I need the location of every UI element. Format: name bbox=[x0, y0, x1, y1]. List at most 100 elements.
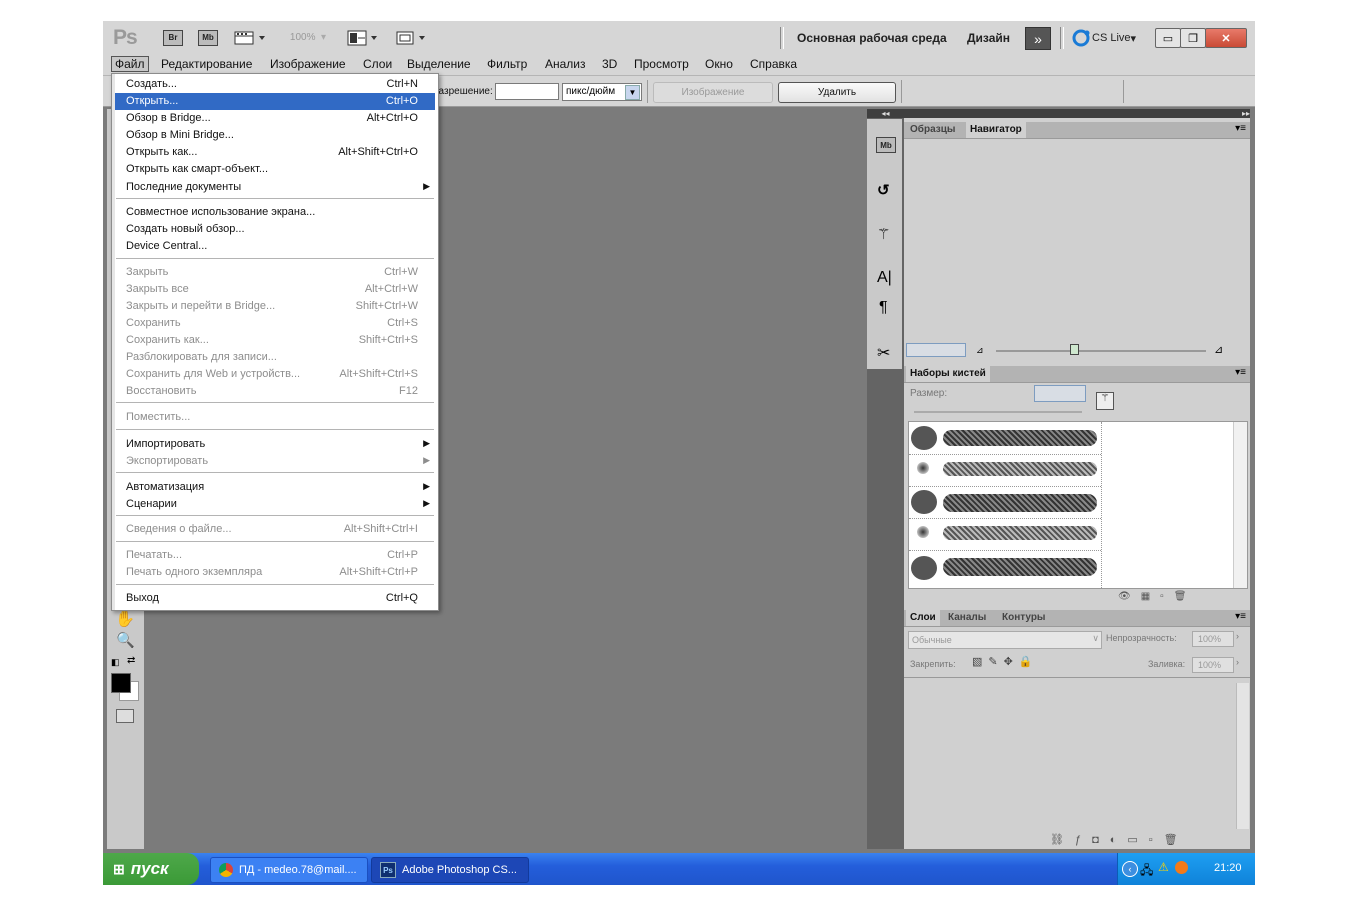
menu-item-open-smart-object[interactable]: Открыть как смарт-объект... bbox=[115, 161, 435, 178]
taskbar-item-browser[interactable]: ПД - medeo.78@mail.... bbox=[210, 857, 368, 883]
menu-item-browse-bridge[interactable]: Обзор в Bridge... Alt+Ctrl+O bbox=[115, 110, 435, 127]
brush-panel-menu-icon[interactable]: ▾≡ bbox=[1235, 367, 1246, 378]
menu-item-recent[interactable]: Последние документы ▶ bbox=[115, 179, 435, 196]
fill-arrow-icon[interactable]: › bbox=[1236, 657, 1239, 667]
tool-presets-icon[interactable]: ✂ bbox=[877, 343, 890, 363]
menu-select[interactable]: Выделение bbox=[407, 57, 471, 71]
workspace-design[interactable]: Дизайн bbox=[967, 31, 1010, 45]
navigator-zoom-slider[interactable] bbox=[996, 350, 1206, 352]
resolution-input[interactable] bbox=[495, 83, 559, 100]
swap-colors-icon[interactable]: ⇄ bbox=[127, 655, 135, 666]
menu-item-close-go-bridge[interactable]: Закрыть и перейти в Bridge... Shift+Ctrl+… bbox=[115, 298, 435, 315]
menu-filter[interactable]: Фильтр bbox=[487, 57, 527, 71]
menu-analysis[interactable]: Анализ bbox=[545, 57, 586, 71]
bridge-button[interactable]: Br bbox=[163, 29, 183, 46]
menu-layers[interactable]: Слои bbox=[363, 57, 392, 71]
mini-bridge-button[interactable]: Mb bbox=[198, 29, 218, 46]
menu-help[interactable]: Справка bbox=[750, 57, 797, 71]
collapse-dock-icon[interactable]: ◂◂ bbox=[867, 109, 904, 118]
mini-bridge-panel-icon[interactable]: Mb bbox=[876, 137, 896, 153]
zoom-in-icon[interactable]: ⊿ bbox=[1214, 343, 1223, 356]
start-button[interactable]: ⊞ пуск bbox=[103, 853, 199, 885]
menu-item-automate[interactable]: Автоматизация ▶ bbox=[115, 479, 435, 496]
menu-item-import[interactable]: Импортировать ▶ bbox=[115, 436, 435, 453]
default-colors-icon[interactable]: ◧ bbox=[111, 657, 120, 668]
menu-item-scripts[interactable]: Сценарии ▶ bbox=[115, 496, 435, 513]
more-workspaces-button[interactable]: » bbox=[1025, 27, 1051, 50]
zoom-tool-icon[interactable]: 🔍 bbox=[116, 631, 135, 649]
menu-edit[interactable]: Редактирование bbox=[161, 57, 252, 71]
tab-brush-presets[interactable]: Наборы кистей bbox=[906, 366, 990, 382]
menu-item-file-info[interactable]: Сведения о файле... Alt+Shift+Ctrl+I bbox=[115, 521, 435, 538]
quick-mask-icon[interactable] bbox=[116, 709, 134, 723]
menu-item-open-as[interactable]: Открыть как... Alt+Shift+Ctrl+O bbox=[115, 144, 435, 161]
fill-input[interactable]: 100% bbox=[1192, 657, 1234, 673]
layers-footer-icons[interactable]: ⛓ƒ◘◐▭▫🗑 bbox=[1050, 833, 1189, 846]
tab-navigator[interactable]: Навигатор bbox=[966, 122, 1026, 138]
restore-button[interactable]: ❐ bbox=[1180, 28, 1206, 48]
zoom-level[interactable]: 100% ▾ bbox=[283, 29, 333, 46]
show-hidden-icons-icon[interactable]: ‹ bbox=[1122, 861, 1138, 877]
brush-tip[interactable] bbox=[917, 526, 929, 538]
zoom-out-icon[interactable]: ⊿ bbox=[976, 345, 984, 356]
menu-view[interactable]: Просмотр bbox=[634, 57, 689, 71]
network-icon[interactable]: 🖧 bbox=[1140, 861, 1153, 882]
arrange-documents-button[interactable] bbox=[347, 29, 381, 46]
opacity-input[interactable]: 100% bbox=[1192, 631, 1234, 647]
history-icon[interactable]: ↺ bbox=[877, 181, 890, 199]
front-image-button[interactable]: Изображение bbox=[653, 82, 773, 103]
clear-button[interactable]: Удалить bbox=[778, 82, 896, 103]
tray-app-icon[interactable] bbox=[1175, 861, 1188, 874]
lock-icons[interactable]: ▧✎✥🔒 bbox=[972, 655, 1039, 668]
close-button[interactable]: ✕ bbox=[1205, 28, 1247, 48]
menu-item-share-screen[interactable]: Совместное использование экрана... bbox=[115, 204, 435, 221]
cs-live-button[interactable]: CS Live ▾ bbox=[1072, 29, 1136, 47]
menu-item-exit[interactable]: Выход Ctrl+Q bbox=[115, 590, 435, 607]
brush-tip[interactable] bbox=[917, 462, 929, 474]
resolution-unit-select[interactable]: пикс/дюйм ▼ bbox=[562, 83, 642, 101]
menu-item-close[interactable]: Закрыть Ctrl+W bbox=[115, 264, 435, 281]
brush-panel-footer-icons[interactable]: 👁▦▫🗑 bbox=[1118, 591, 1196, 602]
foreground-color-swatch[interactable] bbox=[111, 673, 131, 693]
menu-image[interactable]: Изображение bbox=[270, 57, 346, 71]
paragraph-icon[interactable]: ¶ bbox=[879, 299, 888, 317]
tab-swatches[interactable]: Образцы bbox=[906, 124, 959, 135]
tab-layers[interactable]: Слои bbox=[906, 610, 940, 626]
menu-item-save-as[interactable]: Сохранить как... Shift+Ctrl+S bbox=[115, 332, 435, 349]
minimize-button[interactable]: ▭ bbox=[1155, 28, 1181, 48]
navigator-zoom-input[interactable] bbox=[906, 343, 966, 357]
menu-item-close-all[interactable]: Закрыть все Alt+Ctrl+W bbox=[115, 281, 435, 298]
menu-item-print-one-copy[interactable]: Печать одного экземпляра Alt+Shift+Ctrl+P bbox=[115, 564, 435, 581]
navigator-slider-thumb[interactable] bbox=[1070, 344, 1079, 355]
taskbar-item-photoshop[interactable]: Ps Adobe Photoshop CS... bbox=[371, 857, 529, 883]
character-icon[interactable]: A| bbox=[877, 269, 892, 287]
brush-size-input[interactable] bbox=[1034, 385, 1086, 402]
brush-size-slider[interactable] bbox=[914, 411, 1082, 413]
menu-item-create[interactable]: Создать... Ctrl+N bbox=[115, 76, 435, 93]
menu-item-device-central[interactable]: Device Central... bbox=[115, 238, 435, 255]
brush-tip[interactable] bbox=[911, 490, 937, 514]
menu-item-save[interactable]: Сохранить Ctrl+S bbox=[115, 315, 435, 332]
menu-item-revert[interactable]: Восстановить F12 bbox=[115, 383, 435, 400]
expand-panels-icon[interactable]: ▸▸ bbox=[904, 109, 1250, 118]
menu-window[interactable]: Окно bbox=[705, 57, 733, 71]
brush-tip[interactable] bbox=[911, 426, 937, 450]
menu-item-save-for-web[interactable]: Сохранить для Web и устройств... Alt+Shif… bbox=[115, 366, 435, 383]
opacity-arrow-icon[interactable]: › bbox=[1236, 631, 1239, 641]
brush-panel-icon[interactable]: ⚚ bbox=[877, 225, 890, 243]
brush-list-scrollbar[interactable] bbox=[1233, 422, 1247, 588]
tab-paths[interactable]: Контуры bbox=[998, 612, 1049, 623]
tab-channels[interactable]: Каналы bbox=[944, 612, 990, 623]
warning-icon[interactable]: ⚠ bbox=[1158, 860, 1169, 874]
blend-mode-select[interactable]: Обычные ∨ bbox=[908, 631, 1102, 649]
menu-item-print[interactable]: Печатать... Ctrl+P bbox=[115, 547, 435, 564]
workspace-essentials[interactable]: Основная рабочая среда bbox=[797, 31, 947, 45]
toggle-brush-panel-icon[interactable]: ⚚ bbox=[1096, 392, 1114, 410]
panel-menu-icon[interactable]: ▾≡ bbox=[1235, 123, 1246, 134]
menu-file[interactable]: Файл bbox=[111, 56, 149, 72]
brush-tip[interactable] bbox=[911, 556, 937, 580]
menu-3d[interactable]: 3D bbox=[602, 57, 617, 71]
menu-item-export[interactable]: Экспортировать ▶ bbox=[115, 453, 435, 470]
extras-button[interactable] bbox=[234, 29, 268, 46]
menu-item-open[interactable]: Открыть... Ctrl+O bbox=[115, 93, 435, 110]
